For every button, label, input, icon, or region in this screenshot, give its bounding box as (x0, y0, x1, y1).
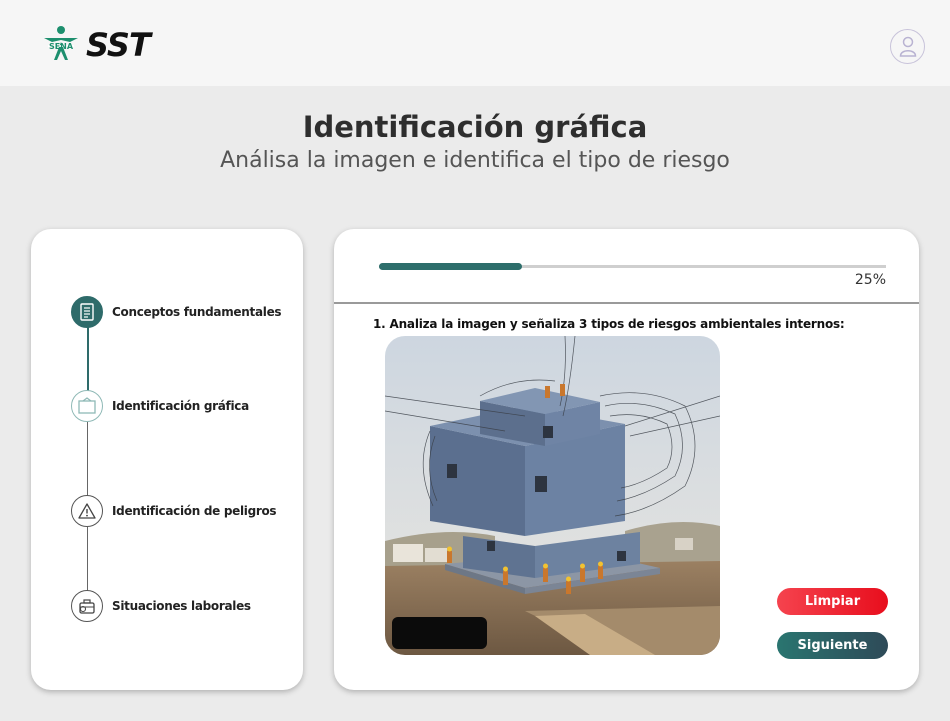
step-identificacion-peligros[interactable]: Identificación de peligros (71, 495, 277, 527)
question-card: 25% 1. Analiza la imagen y señaliza 3 ti… (334, 229, 919, 690)
course-steps-panel: Conceptos fundamentales Identificación g… (31, 229, 303, 690)
step-conceptos-fundamentales[interactable]: Conceptos fundamentales (71, 296, 282, 328)
document-icon (71, 296, 103, 328)
progress-label: 25% (854, 272, 886, 288)
step-identificacion-grafica[interactable]: Identificación gráfica (71, 390, 249, 422)
logo-text: SST (86, 26, 151, 64)
svg-text:SENA: SENA (49, 42, 74, 51)
question-text: 1. Analiza la imagen y señaliza 3 tipos … (373, 317, 845, 331)
construction-site-image[interactable] (385, 336, 720, 655)
step-situaciones-laborales[interactable]: Situaciones laborales (71, 590, 251, 622)
user-profile-button[interactable] (890, 29, 925, 64)
page-subtitle: Análisa la imagen e identifica el tipo d… (220, 148, 730, 173)
sst-logo[interactable]: SENA SST (40, 24, 151, 66)
user-icon (899, 36, 916, 57)
picture-frame-icon (71, 390, 103, 422)
sena-logo-icon: SENA (44, 26, 78, 60)
step-label: Identificación de peligros (112, 504, 277, 518)
page-title: Identificación gráfica (302, 110, 648, 144)
warning-icon (71, 495, 103, 527)
step-label: Situaciones laborales (112, 599, 251, 613)
progress-bar (379, 263, 886, 270)
top-bar: SENA SST (0, 0, 950, 86)
step-label: Conceptos fundamentales (112, 305, 282, 319)
clear-button[interactable]: Limpiar (777, 588, 888, 615)
divider (334, 302, 919, 304)
toolbox-icon (71, 590, 103, 622)
next-button[interactable]: Siguiente (777, 632, 888, 659)
progress-fill (379, 263, 523, 270)
step-label: Identificación gráfica (112, 399, 249, 413)
